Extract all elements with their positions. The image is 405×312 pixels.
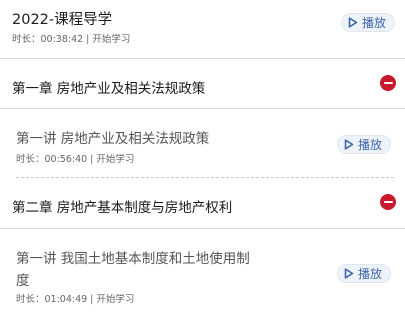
play-icon — [344, 268, 354, 279]
lesson-title[interactable]: 第一讲 我国土地基本制度和土地使用制 — [16, 247, 250, 267]
collapse-icon[interactable] — [380, 194, 396, 210]
course-play-button[interactable]: 播放 — [341, 13, 396, 32]
dashed-divider — [16, 177, 394, 178]
lesson-meta: 时长：00:56:40 | 开始学习 — [16, 154, 135, 165]
course-title[interactable]: 2022-课程导学 — [12, 8, 112, 29]
lesson-title-continued[interactable]: 度 — [16, 269, 30, 289]
play-label: 播放 — [358, 267, 383, 281]
collapse-icon[interactable] — [380, 75, 396, 91]
divider — [0, 228, 405, 229]
play-label: 播放 — [362, 16, 387, 30]
course-meta: 时长：00:38:42 | 开始学习 — [12, 34, 131, 45]
play-icon — [344, 139, 354, 150]
chapter-title[interactable]: 第一章 房地产业及相关法规政策 — [12, 77, 205, 97]
divider — [0, 108, 405, 109]
chapter-title[interactable]: 第二章 房地产基本制度与房地产权利 — [12, 196, 232, 216]
play-label: 播放 — [358, 138, 383, 152]
lesson-play-button[interactable]: 播放 — [337, 135, 392, 154]
lesson-meta: 时长：01:04:49 | 开始学习 — [16, 294, 135, 305]
lesson-play-button[interactable]: 播放 — [337, 264, 392, 283]
lesson-title[interactable]: 第一讲 房地产业及相关法规政策 — [16, 127, 209, 147]
play-icon — [348, 17, 358, 28]
divider — [0, 58, 405, 59]
